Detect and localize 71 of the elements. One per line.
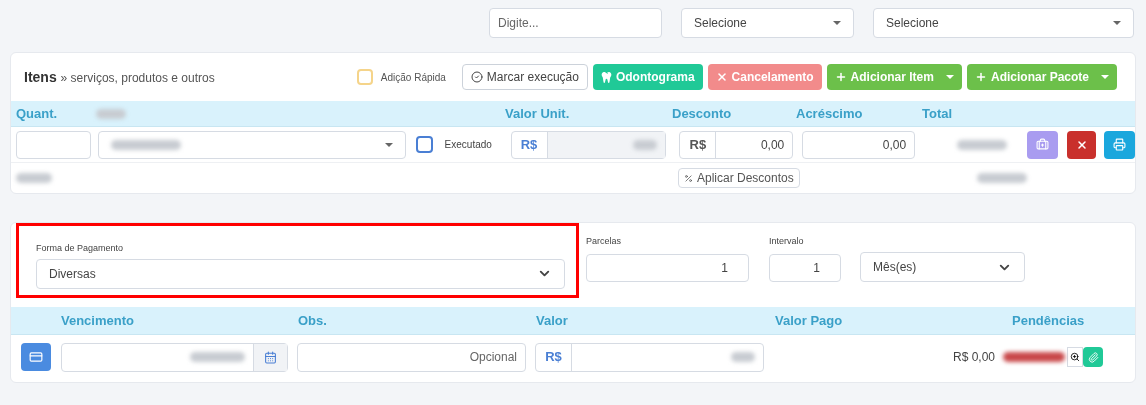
close-icon bbox=[715, 71, 728, 83]
text-field[interactable]: Digite... bbox=[489, 8, 662, 38]
blurred-text bbox=[190, 352, 245, 362]
quantity-field[interactable] bbox=[16, 130, 91, 159]
column-header: Desconto bbox=[672, 104, 733, 123]
delete-button[interactable] bbox=[1067, 130, 1097, 159]
blurred-text bbox=[16, 173, 52, 183]
item-select[interactable] bbox=[97, 130, 406, 159]
blurred-text bbox=[96, 108, 126, 119]
zoom-button[interactable] bbox=[1067, 347, 1084, 367]
medical-kit-button[interactable] bbox=[1027, 130, 1059, 159]
value-field[interactable]: R$ bbox=[535, 342, 764, 372]
installments-field[interactable]: 1 bbox=[586, 253, 749, 282]
action-button[interactable]: Marcar execução bbox=[461, 64, 588, 90]
plus-icon bbox=[834, 71, 847, 83]
printer-icon bbox=[1113, 138, 1126, 151]
card-button[interactable] bbox=[21, 343, 51, 371]
interval-unit-select[interactable]: Mês(es) bbox=[860, 252, 1025, 282]
calendar-icon bbox=[264, 350, 277, 364]
caret-icon bbox=[945, 75, 954, 79]
currency-prefix: R$ bbox=[680, 131, 717, 158]
field-label: Intervalo bbox=[769, 235, 805, 248]
column-header: Acréscimo bbox=[796, 104, 864, 123]
currency-prefix: R$ bbox=[536, 343, 572, 371]
field-value: 0,00 bbox=[759, 136, 786, 154]
checkbox[interactable] bbox=[415, 136, 433, 153]
column-header: Valor Unit. bbox=[505, 104, 571, 123]
select-field[interactable]: Selecione bbox=[873, 8, 1134, 38]
caret-icon bbox=[833, 21, 841, 25]
blurred-text bbox=[731, 352, 755, 362]
pending-amount: R$ 0,00 bbox=[953, 349, 996, 366]
caret-icon bbox=[384, 142, 393, 147]
column-header: Valor bbox=[536, 311, 569, 330]
payment-method-select[interactable]: Diversas bbox=[36, 258, 565, 289]
tooth-icon bbox=[600, 71, 612, 83]
currency-prefix: R$ bbox=[511, 131, 548, 158]
checkbox-label: Adição Rápida bbox=[380, 70, 446, 85]
blurred-text bbox=[976, 173, 1027, 183]
paperclip-icon bbox=[1087, 351, 1099, 363]
caret-icon bbox=[1101, 75, 1109, 79]
apply-discounts-button[interactable]: Aplicar Descontos bbox=[678, 168, 800, 188]
column-header: Valor Pago bbox=[775, 311, 844, 330]
column-header: Total bbox=[922, 104, 953, 123]
blurred-text bbox=[633, 139, 658, 150]
check-circle-icon bbox=[470, 71, 483, 83]
blurred-text bbox=[957, 139, 1008, 150]
interval-field[interactable]: 1 bbox=[769, 253, 841, 282]
close-icon bbox=[1075, 138, 1088, 151]
caret-icon bbox=[1113, 21, 1121, 25]
field-label: Forma de Pagamento bbox=[36, 242, 125, 255]
blurred-text bbox=[1003, 352, 1066, 362]
column-header: Pendências bbox=[1012, 311, 1085, 330]
panel-title: Itens » serviços, produtos e outros bbox=[24, 67, 215, 87]
unit-price-field[interactable]: R$ bbox=[510, 130, 667, 159]
notes-field[interactable]: Opcional bbox=[297, 342, 526, 372]
column-header: Vencimento bbox=[61, 311, 135, 330]
field-label: Parcelas bbox=[586, 235, 622, 248]
checkbox-label: Executado bbox=[444, 138, 493, 152]
discount-field[interactable]: R$ 0,00 bbox=[679, 130, 794, 159]
plus-icon bbox=[974, 71, 987, 83]
due-date-field[interactable] bbox=[61, 342, 288, 372]
percent-icon bbox=[684, 173, 693, 183]
select-field[interactable]: Selecione bbox=[681, 8, 854, 38]
print-button[interactable] bbox=[1104, 130, 1135, 159]
column-header: Quant. bbox=[15, 104, 59, 123]
medical-kit-icon bbox=[1036, 138, 1050, 151]
blurred-text bbox=[110, 139, 181, 150]
zoom-in-icon bbox=[1070, 352, 1081, 362]
card-icon bbox=[29, 350, 43, 364]
column-header: Obs. bbox=[298, 311, 328, 330]
surcharge-field[interactable]: 0,00 bbox=[802, 130, 916, 159]
